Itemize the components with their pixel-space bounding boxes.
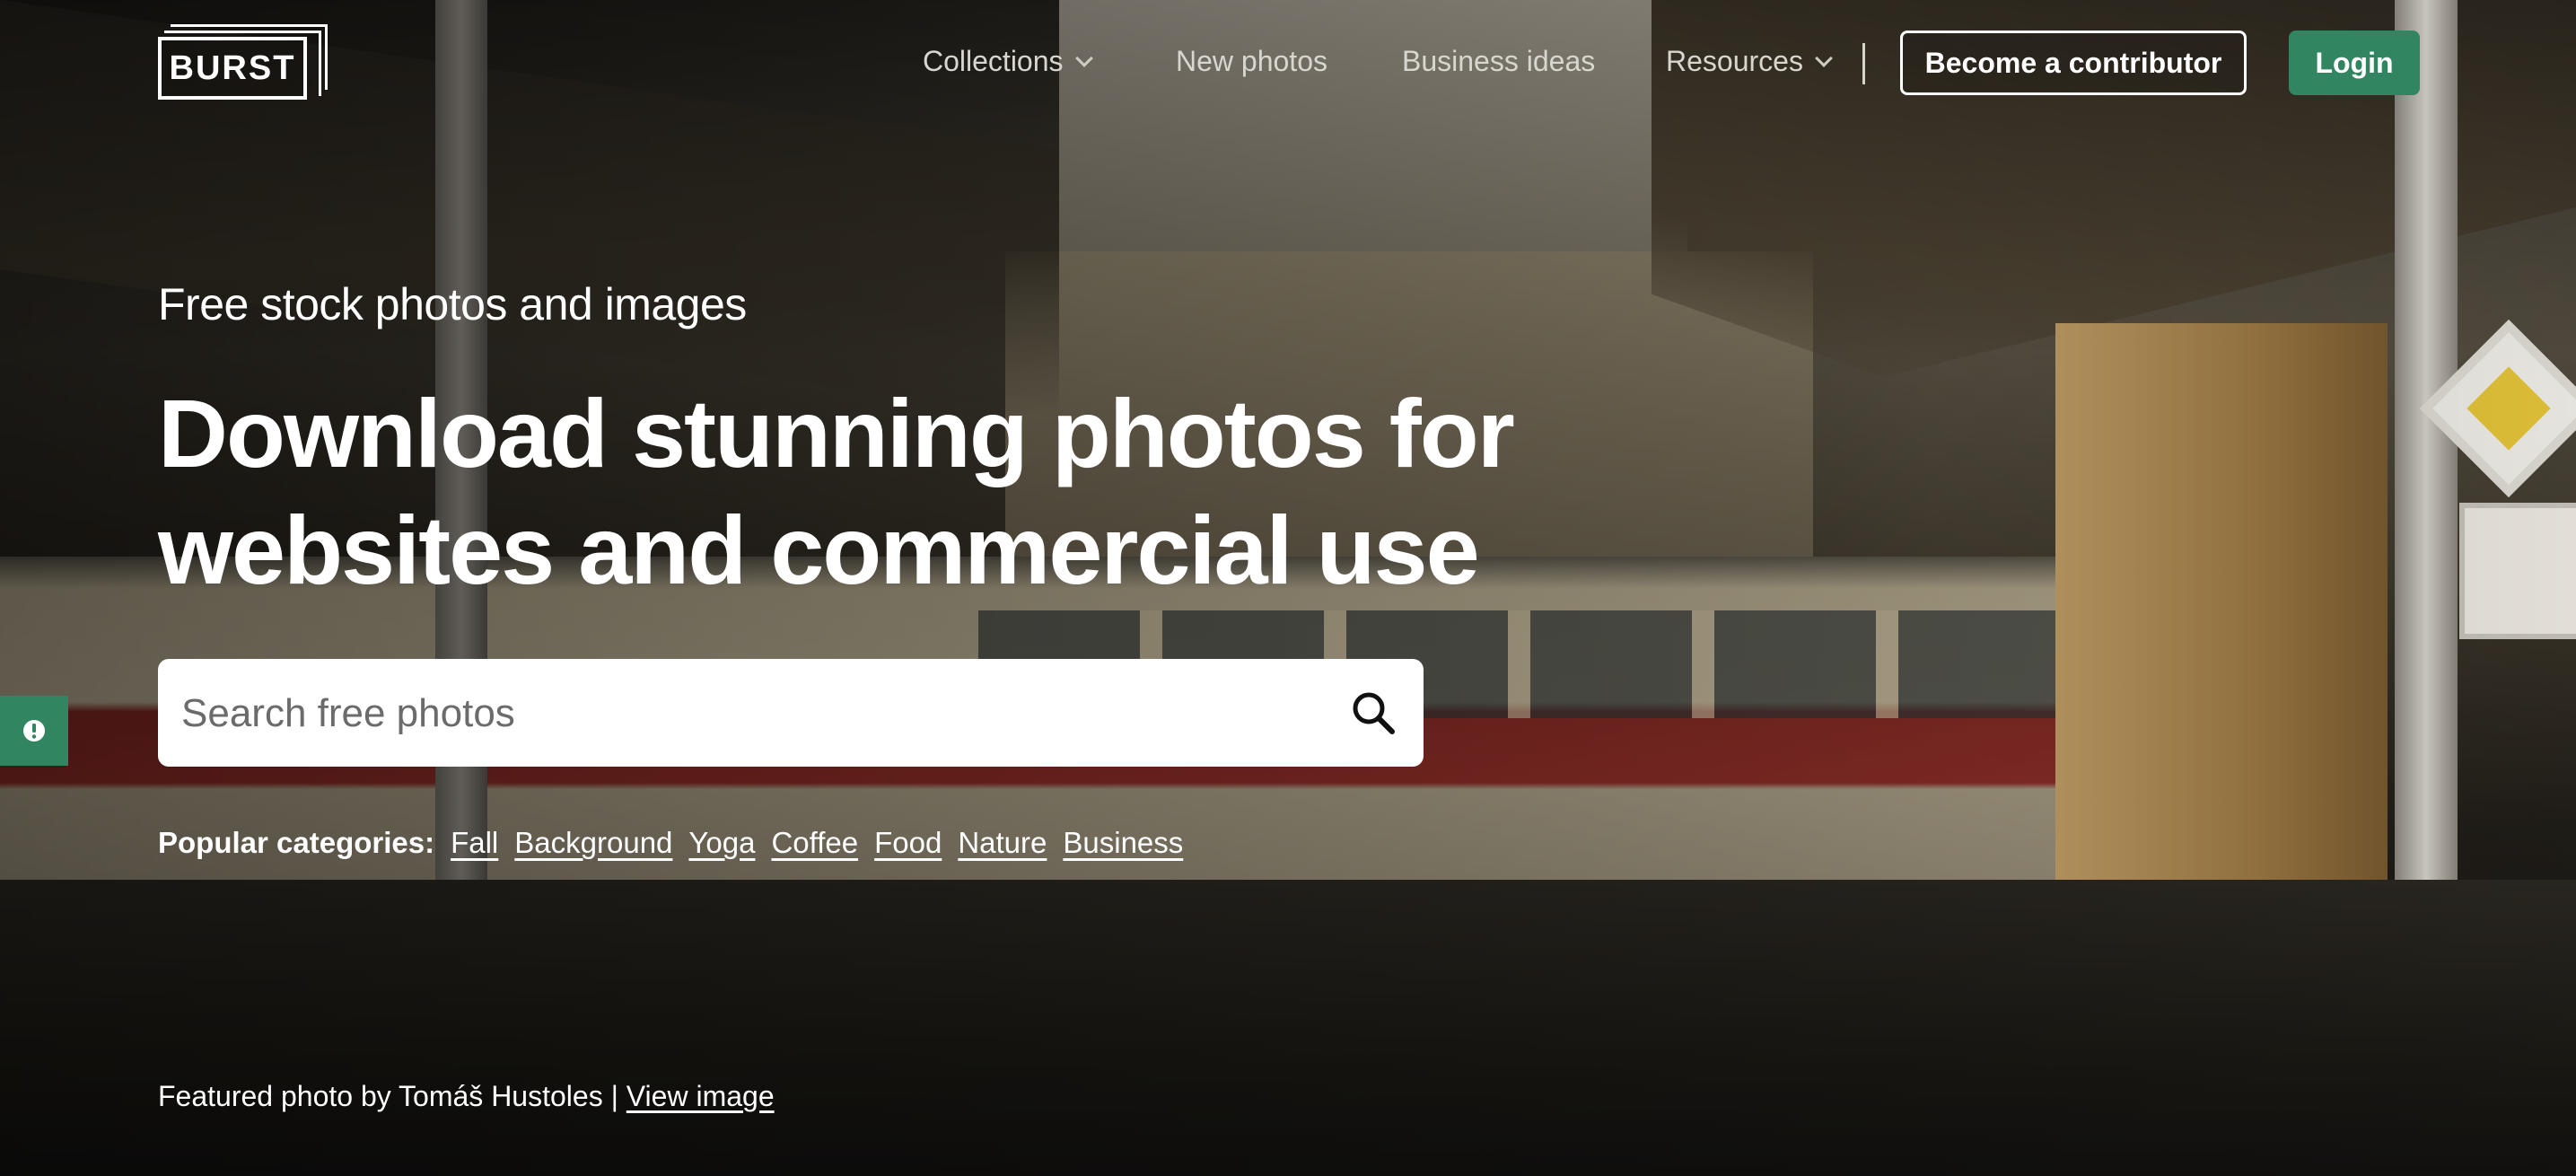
exclamation-icon	[23, 720, 45, 742]
hero-section: BURST Collections New photos Business id…	[0, 0, 2576, 1176]
category-link-coffee[interactable]: Coffee	[771, 826, 858, 860]
search-bar	[158, 659, 1424, 768]
featured-photo-credit: Featured photo by Tomáš Hustoles | View …	[158, 1080, 775, 1113]
nav-new-photos-link[interactable]: New photos	[1176, 45, 1327, 78]
burst-logo[interactable]: BURST	[158, 24, 328, 103]
feedback-tab[interactable]	[0, 696, 68, 766]
nav-divider	[1862, 43, 1865, 84]
nav-resources-link[interactable]: Resources	[1666, 45, 1833, 78]
nav-business-ideas-link[interactable]: Business ideas	[1402, 45, 1595, 78]
search-button[interactable]	[1345, 684, 1402, 742]
featured-photo-credit-text: Featured photo by Tomáš Hustoles |	[158, 1080, 626, 1112]
nav-collections-link[interactable]: Collections	[923, 45, 1093, 78]
popular-categories: Popular categories: Fall Background Yoga…	[158, 826, 1183, 860]
popular-categories-label: Popular categories:	[158, 826, 435, 859]
chevron-down-icon	[1815, 48, 1833, 67]
nav-business-ideas-label: Business ideas	[1402, 45, 1596, 77]
search-icon	[1353, 692, 1395, 734]
category-link-fall[interactable]: Fall	[451, 826, 498, 860]
nav-collections-label: Collections	[923, 45, 1064, 77]
login-button[interactable]: Login	[2289, 31, 2420, 95]
search-input[interactable]	[180, 659, 1305, 768]
category-link-nature[interactable]: Nature	[958, 826, 1047, 860]
category-link-food[interactable]: Food	[874, 826, 942, 860]
logo-wordmark: BURST	[158, 37, 307, 100]
category-link-yoga[interactable]: Yoga	[688, 826, 755, 860]
view-image-link[interactable]: View image	[626, 1080, 775, 1112]
category-link-background[interactable]: Background	[514, 826, 672, 860]
top-navigation: BURST Collections New photos Business id…	[0, 0, 2576, 126]
hero-headline: Download stunning photos for websites an…	[158, 379, 1515, 604]
become-contributor-button[interactable]: Become a contributor	[1900, 31, 2247, 95]
nav-resources-label: Resources	[1666, 45, 1803, 77]
chevron-down-icon	[1074, 48, 1093, 67]
nav-new-photos-label: New photos	[1176, 45, 1327, 77]
category-link-business[interactable]: Business	[1063, 826, 1183, 860]
hero-subtitle: Free stock photos and images	[158, 279, 747, 329]
